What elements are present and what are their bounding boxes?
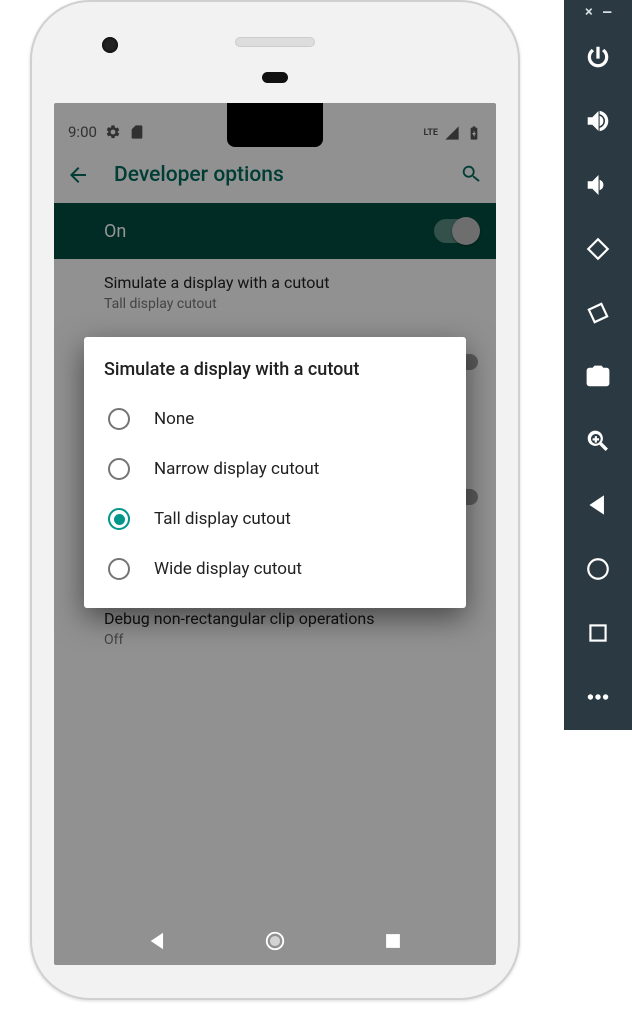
dialog-option-tall[interactable]: Tall display cutout (104, 494, 446, 544)
sidebar-window-controls: × — (564, 0, 632, 30)
device-screen: 9:00 LTE D (54, 103, 496, 965)
camera-icon[interactable] (581, 360, 615, 394)
earpiece (235, 37, 315, 47)
volume-down-icon[interactable] (581, 168, 615, 202)
network-type-label: LTE (423, 128, 438, 138)
system-overview-icon[interactable] (581, 616, 615, 650)
developer-options-toggle-row[interactable]: On (54, 203, 496, 259)
settings-status-icon (105, 124, 121, 140)
dialog-option-none[interactable]: None (104, 394, 446, 444)
signal-icon (444, 125, 460, 141)
battery-icon (466, 125, 482, 141)
dialog-option-narrow[interactable]: Narrow display cutout (104, 444, 446, 494)
display-cutout-notch (227, 103, 323, 147)
nav-home-icon[interactable] (261, 927, 289, 955)
sensor-pill (262, 72, 288, 83)
dialog-title: Simulate a display with a cutout (104, 359, 446, 380)
cutout-dialog: Simulate a display with a cutout None Na… (84, 337, 466, 608)
minimize-icon[interactable]: — (603, 4, 611, 20)
android-nav-bar (54, 917, 496, 965)
option-label: Narrow display cutout (154, 459, 319, 479)
option-label: Wide display cutout (154, 559, 302, 579)
radio-icon (108, 458, 130, 480)
system-home-icon[interactable] (581, 552, 615, 586)
rotate-right-icon[interactable] (581, 296, 615, 330)
setting-value: Tall display cutout (104, 296, 478, 312)
more-icon[interactable] (581, 680, 615, 714)
emulator-sidebar: × — (564, 0, 632, 730)
setting-display-cutout[interactable]: Simulate a display with a cutout Tall di… (54, 259, 496, 326)
zoom-in-icon[interactable] (581, 424, 615, 458)
toggle-state-label: On (104, 221, 126, 242)
developer-options-switch[interactable] (434, 219, 478, 243)
radio-icon-selected (108, 508, 130, 530)
search-button[interactable] (460, 163, 484, 187)
nav-back-icon[interactable] (144, 927, 172, 955)
setting-title: Debug non-rectangular clip operations (104, 609, 478, 628)
setting-title: Simulate a display with a cutout (104, 273, 478, 292)
radio-icon (108, 408, 130, 430)
app-bar: Developer options (54, 147, 496, 203)
radio-icon (108, 558, 130, 580)
phone-frame: 9:00 LTE D (30, 0, 520, 1000)
page-title: Developer options (114, 163, 436, 187)
rotate-left-icon[interactable] (581, 232, 615, 266)
option-label: Tall display cutout (154, 509, 291, 529)
status-time: 9:00 (68, 123, 97, 141)
nav-overview-icon[interactable] (379, 927, 407, 955)
system-back-icon[interactable] (581, 488, 615, 522)
dialog-option-wide[interactable]: Wide display cutout (104, 544, 446, 594)
close-icon[interactable]: × (585, 4, 593, 20)
back-button[interactable] (66, 163, 90, 187)
volume-up-icon[interactable] (581, 104, 615, 138)
power-icon[interactable] (581, 40, 615, 74)
front-camera (102, 37, 118, 53)
setting-value: Off (104, 632, 478, 648)
sdcard-status-icon (129, 124, 145, 140)
option-label: None (154, 409, 194, 429)
